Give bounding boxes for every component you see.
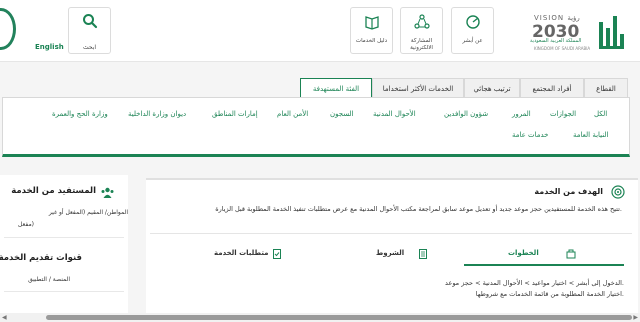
vision-line3: المملكة العربية السعودية <box>530 38 582 44</box>
target-icon <box>611 185 625 199</box>
participation-icon <box>414 14 430 29</box>
service-details-card: الهدف من الخدمة تتيح هذه الخدمة للمستفيد… <box>146 178 638 322</box>
category-link-civil-affairs[interactable]: الأحوال المدنية <box>373 110 416 118</box>
category-link-hajj-umrah[interactable]: وزارة الحج والعمرة <box>52 110 108 118</box>
tab-target-group[interactable]: الفئة المستهدفة <box>300 78 372 98</box>
beneficiary-text-line1: المواطن/ المقيم (المفعل أو غير <box>48 209 128 216</box>
search-button[interactable]: ابحث <box>68 7 111 54</box>
book-icon <box>365 16 379 30</box>
services-guide-tile[interactable]: دليل الخدمات <box>350 7 393 54</box>
sidebar-divider <box>4 291 124 292</box>
category-link-interior-ministry[interactable]: ديوان وزارة الداخلية <box>128 110 186 118</box>
steps-list: الدخول إلى أبشر > اختيار مواعيد > الأحوا… <box>445 278 624 300</box>
category-link-prosecution[interactable]: النيابة العامة <box>573 131 608 139</box>
category-link-passports[interactable]: الجوازات <box>550 110 576 118</box>
channels-text: المنصة / التطبيق <box>28 276 70 283</box>
beneficiary-title: المستفيد من الخدمة <box>11 186 96 196</box>
tab-steps-label: الخطوات <box>508 249 539 257</box>
about-icon <box>466 15 480 29</box>
site-header: English ابحث دليل الخدمات المشاركة الالك… <box>0 0 640 62</box>
tab-conditions-label: الشروط <box>376 249 405 257</box>
tab-requirements-label: متطلبات الخدمة <box>214 249 269 257</box>
vision-line1: VISION رؤية <box>534 14 580 22</box>
step-item: الدخول إلى أبشر > اختيار مواعيد > الأحوا… <box>445 279 624 287</box>
conditions-icon <box>419 249 427 259</box>
tab-community[interactable]: أفراد المجتمع <box>520 78 584 98</box>
e-participation-tile[interactable]: المشاركة الالكترونية <box>400 7 443 54</box>
absher-logo <box>599 16 624 49</box>
language-switch-link[interactable]: English <box>35 43 64 51</box>
goal-description: تتيح هذه الخدمة للمستفيدين حجز موعد جديد… <box>215 205 622 213</box>
steps-icon <box>566 249 576 259</box>
scroll-right-icon[interactable]: ▶ <box>633 314 638 321</box>
horizontal-scrollbar[interactable]: ◀ ▶ <box>0 313 640 322</box>
service-info-sidebar: المستفيد من الخدمة المواطن/ المقيم (المف… <box>0 175 128 322</box>
vision-line4: KINGDOM OF SAUDI ARABIA <box>534 46 591 51</box>
category-link-all[interactable]: الكل <box>594 110 607 118</box>
goal-title: الهدف من الخدمة <box>534 187 603 196</box>
category-link-general-services[interactable]: خدمات عامة <box>512 131 549 139</box>
tab-most-used[interactable]: الخدمات الأكثر استخداما <box>372 78 464 98</box>
tab-alphabetical[interactable]: ترتيب هجائي <box>464 78 520 98</box>
sidebar-divider <box>4 237 124 238</box>
beneficiary-icon <box>101 187 114 198</box>
category-link-regions[interactable]: إمارات المناطق <box>212 110 258 118</box>
step-item: اختيار الخدمة المطلوبة من قائمة الخدمات … <box>475 290 624 298</box>
scrollbar-thumb[interactable] <box>46 315 632 320</box>
category-links-panel <box>2 97 630 157</box>
category-link-public-security[interactable]: الأمن العام <box>277 110 308 118</box>
active-tab-indicator <box>464 264 624 266</box>
requirements-icon <box>273 249 281 259</box>
search-icon <box>83 14 98 29</box>
vision-2030-logo: VISION رؤية 2030 المملكة العربية السعودي… <box>526 8 594 54</box>
beneficiary-text-line2: مفعل) <box>17 221 34 228</box>
category-link-prisons[interactable]: السجون <box>330 110 354 118</box>
about-absher-tile[interactable]: عن أبشر <box>451 7 494 54</box>
search-label: ابحث <box>82 44 97 51</box>
tab-sector[interactable]: القطاع <box>584 78 628 98</box>
about-absher-label: عن أبشر <box>462 38 483 44</box>
emblem-logo <box>0 8 16 50</box>
scroll-left-icon[interactable]: ◀ <box>2 314 7 321</box>
services-guide-label: دليل الخدمات <box>355 38 388 44</box>
channels-title: قنوات تقديم الخدمة <box>0 253 82 263</box>
e-participation-label: المشاركة الالكترونية <box>410 38 433 51</box>
category-link-expats[interactable]: شؤون الوافدين <box>444 110 488 118</box>
category-link-traffic[interactable]: المرور <box>512 110 531 118</box>
